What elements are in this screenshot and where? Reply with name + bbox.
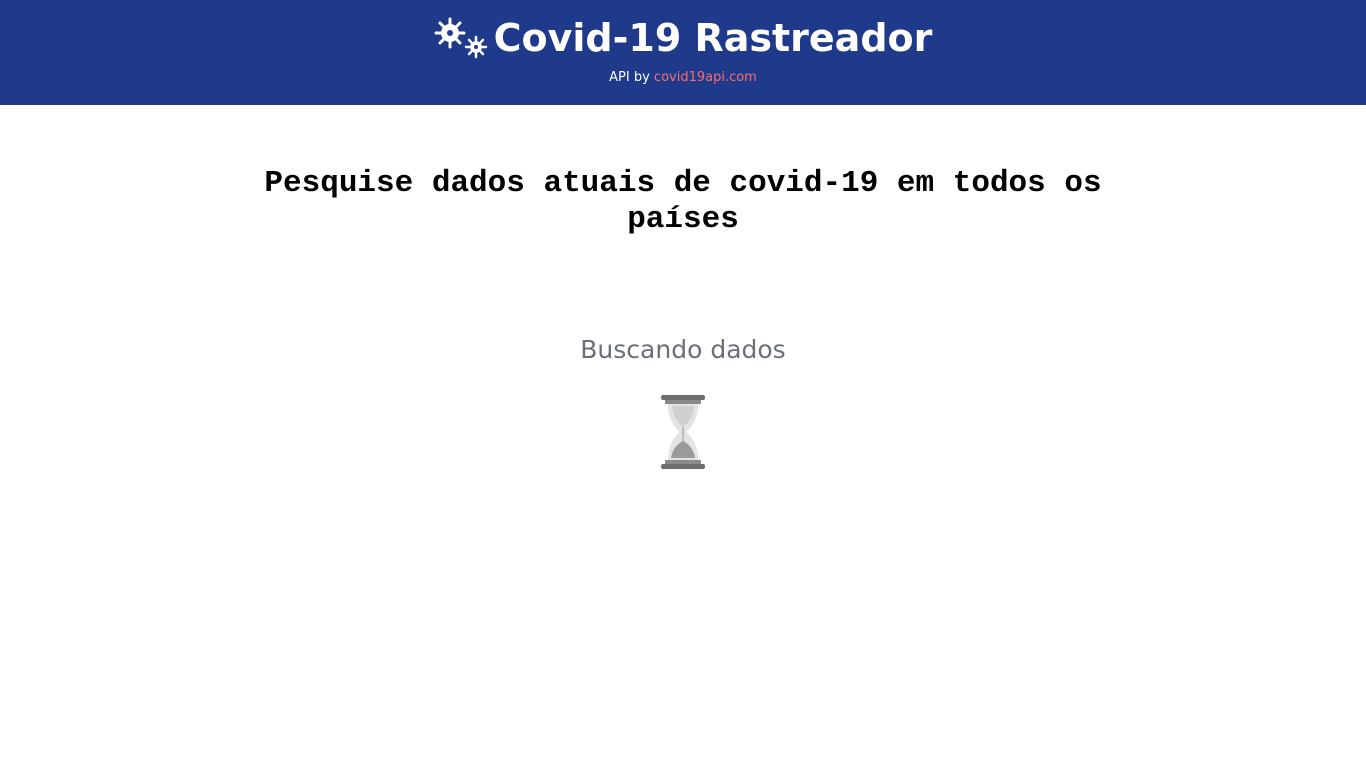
- title-row: Covid-19 Rastreador: [0, 12, 1366, 64]
- app-header: Covid-19 Rastreador API by covid19api.co…: [0, 0, 1366, 105]
- virus-icon: [434, 16, 490, 60]
- loading-status: Buscando dados: [580, 335, 786, 364]
- api-credit: API by covid19api.com: [0, 70, 1366, 85]
- api-credit-prefix: API by: [609, 70, 650, 85]
- api-link[interactable]: covid19api.com: [654, 70, 757, 85]
- hourglass-icon: [660, 394, 706, 470]
- app-title: Covid-19 Rastreador: [493, 16, 933, 60]
- page-heading: Pesquise dados atuais de covid-19 em tod…: [264, 166, 1102, 237]
